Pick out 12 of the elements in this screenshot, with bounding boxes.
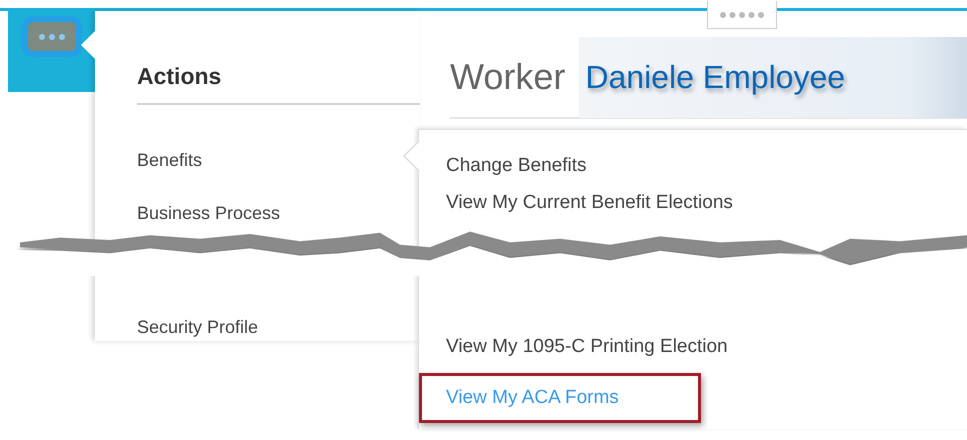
menu-item[interactable]: View My 1095-C Printing Election [446,336,728,358]
actions-heading: Actions [137,63,222,91]
dots-icon [36,32,66,40]
related-actions-button[interactable] [28,22,76,51]
drag-handle[interactable] [707,1,777,29]
menu-item[interactable]: Benefits [137,149,202,171]
menu-item[interactable]: Business Process [137,202,280,224]
menu-item[interactable]: Change Benefits [446,155,586,177]
menu-item[interactable]: View My Current Benefit Elections [446,192,733,214]
worker-label: Worker [450,56,566,98]
worker-name: Daniele Employee [579,36,967,118]
menu-item[interactable]: Security Profile [137,316,258,338]
